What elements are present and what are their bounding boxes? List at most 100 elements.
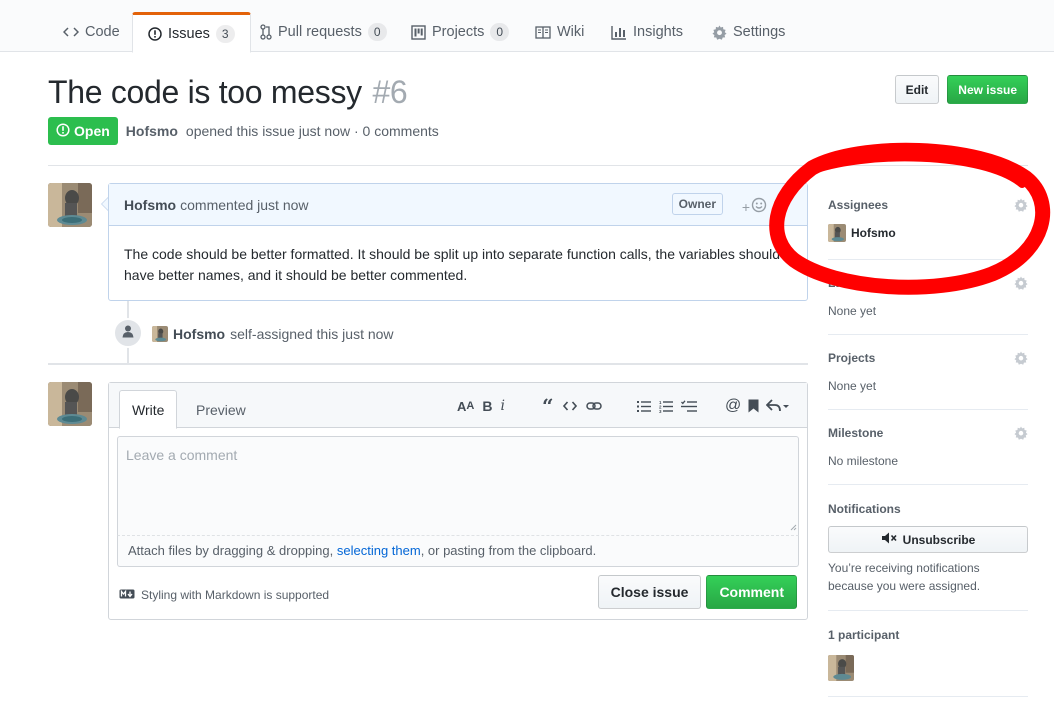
projects-value: None yet — [828, 379, 877, 393]
markdown-note-text: Styling with Markdown is supported — [141, 588, 330, 602]
tab-wiki[interactable]: Wiki — [520, 12, 599, 52]
comment-body: The code should be better formatted. It … — [124, 246, 781, 283]
notifications-note: You’re receiving notifications because y… — [828, 561, 981, 593]
quote-icon[interactable]: “ — [542, 394, 554, 418]
project-icon — [411, 24, 426, 40]
tab-label: Insights — [633, 24, 683, 40]
attach-suffix: , or pasting from the clipboard. — [420, 543, 597, 558]
gear-icon — [712, 24, 727, 40]
file-attach-zone[interactable]: Attach files by dragging & dropping, sel… — [117, 536, 799, 567]
unsubscribe-button[interactable]: Unsubscribe — [828, 526, 1028, 553]
milestone-value: No milestone — [828, 454, 899, 468]
new-issue-button[interactable]: New issue — [947, 75, 1028, 104]
tab-label: Issues — [168, 25, 210, 42]
tab-code[interactable]: Code — [48, 12, 135, 52]
issue-author-link[interactable]: Hofsmo — [126, 123, 178, 139]
task-list-icon[interactable] — [681, 397, 697, 415]
event-actor-link[interactable]: Hofsmo — [173, 326, 225, 342]
tab-insights[interactable]: Insights — [596, 12, 698, 52]
tab-label: Pull requests — [278, 24, 362, 40]
owner-label: Owner — [671, 193, 723, 215]
comment-timestamp: commented just now — [180, 196, 309, 213]
reply-icon[interactable] — [766, 397, 790, 415]
comment-button[interactable]: Comment — [706, 575, 797, 609]
code-icon[interactable] — [562, 397, 577, 415]
event-text: self-assigned this just now — [230, 326, 394, 342]
issue-comment: Hofsmo commented just now Owner + The co… — [108, 183, 808, 301]
sidebar-notifications: Notifications Unsubscribe You’re receivi… — [828, 485, 1028, 611]
unordered-list-icon[interactable] — [637, 397, 651, 415]
markdown-note[interactable]: Styling with Markdown is supported — [119, 588, 329, 602]
link-icon[interactable] — [585, 397, 602, 415]
book-icon — [535, 25, 551, 39]
close-issue-button[interactable]: Close issue — [597, 575, 702, 609]
avatar[interactable] — [152, 326, 168, 342]
red-annotation-circle — [769, 142, 1051, 295]
markdown-icon — [119, 588, 135, 602]
ordered-list-icon[interactable]: 123 — [659, 397, 673, 415]
markdown-toolbar-group-4: @ — [725, 397, 790, 415]
markdown-toolbar: AA B i — [457, 397, 505, 415]
header-actions: Edit New issue — [894, 75, 1028, 104]
issue-opened-icon — [56, 122, 70, 140]
gear-icon[interactable] — [1014, 351, 1028, 368]
form-actions: Close issue Comment — [597, 575, 797, 609]
resize-handle-icon[interactable] — [789, 518, 797, 534]
sidebar-milestone: Milestone No milestone — [828, 410, 1028, 485]
git-pull-request-icon — [260, 24, 272, 40]
issue-number: #6 — [372, 74, 408, 110]
comment-author-link[interactable]: Hofsmo — [124, 197, 176, 213]
tab-label: Projects — [432, 24, 485, 40]
gear-icon[interactable] — [1014, 426, 1028, 443]
issue-title-text: The code is too messy — [48, 74, 362, 110]
unsubscribe-label: Unsubscribe — [902, 532, 976, 547]
state-label: Open — [74, 123, 110, 139]
sidebar-projects: Projects None yet — [828, 335, 1028, 410]
tab-preview[interactable]: Preview — [184, 390, 258, 429]
tab-pull-requests[interactable]: Pull requests 0 — [245, 12, 402, 52]
comment-placeholder: Leave a comment — [126, 447, 238, 463]
tab-write[interactable]: Write — [119, 390, 178, 429]
comment-caret-inner — [102, 198, 108, 210]
avatar[interactable] — [48, 183, 92, 227]
tab-projects[interactable]: Projects 0 — [396, 12, 524, 52]
comment-textarea[interactable]: Leave a comment — [117, 436, 799, 536]
timeline-divider — [48, 363, 808, 365]
italic-icon[interactable]: i — [500, 397, 504, 415]
issues-counter: 3 — [215, 24, 235, 43]
mute-icon — [881, 532, 897, 547]
repo-tab-nav: Code Issues 3 Pull requests 0 Projects 0… — [0, 0, 1054, 53]
issue-meta-text: opened this issue just now · 0 comments — [185, 123, 439, 139]
tab-label: Settings — [733, 24, 786, 40]
mention-icon[interactable]: @ — [725, 397, 741, 415]
issue-title: The code is too messy #6 — [48, 74, 408, 111]
edit-button[interactable]: Edit — [894, 75, 940, 104]
tab-issues[interactable]: Issues 3 — [132, 12, 251, 53]
tab-settings[interactable]: Settings — [697, 12, 800, 52]
bold-icon[interactable]: B — [482, 397, 492, 415]
bookmark-icon[interactable] — [748, 397, 759, 415]
tab-label: Wiki — [557, 24, 585, 40]
issue-meta: Open Hofsmo opened this issue just now ·… — [48, 117, 439, 145]
person-icon — [122, 325, 134, 341]
state-badge: Open — [48, 117, 118, 145]
select-files-link[interactable]: selecting them — [337, 543, 421, 558]
avatar[interactable] — [828, 655, 854, 681]
attach-prefix: Attach files by dragging & dropping, — [128, 543, 337, 558]
avatar[interactable] — [48, 382, 92, 426]
text-size-icon[interactable]: AA — [457, 397, 474, 415]
pulls-counter: 0 — [367, 23, 387, 41]
projects-counter: 0 — [490, 23, 510, 41]
comment-header: Hofsmo commented just now Owner + — [109, 184, 807, 226]
code-icon — [63, 25, 79, 39]
form-tabs: Write Preview AA B i “ 123 @ — [109, 383, 807, 429]
notifications-heading: Notifications — [828, 502, 901, 516]
timeline-badge — [113, 318, 143, 348]
graph-icon — [611, 25, 627, 40]
markdown-toolbar-group-3: 123 — [637, 397, 697, 415]
projects-heading[interactable]: Projects — [828, 351, 875, 365]
plus-icon: + — [741, 198, 750, 215]
milestone-heading[interactable]: Milestone — [828, 426, 883, 440]
tab-label: Code — [85, 24, 120, 40]
new-comment-form: Write Preview AA B i “ 123 @ Leave a com… — [108, 382, 808, 620]
